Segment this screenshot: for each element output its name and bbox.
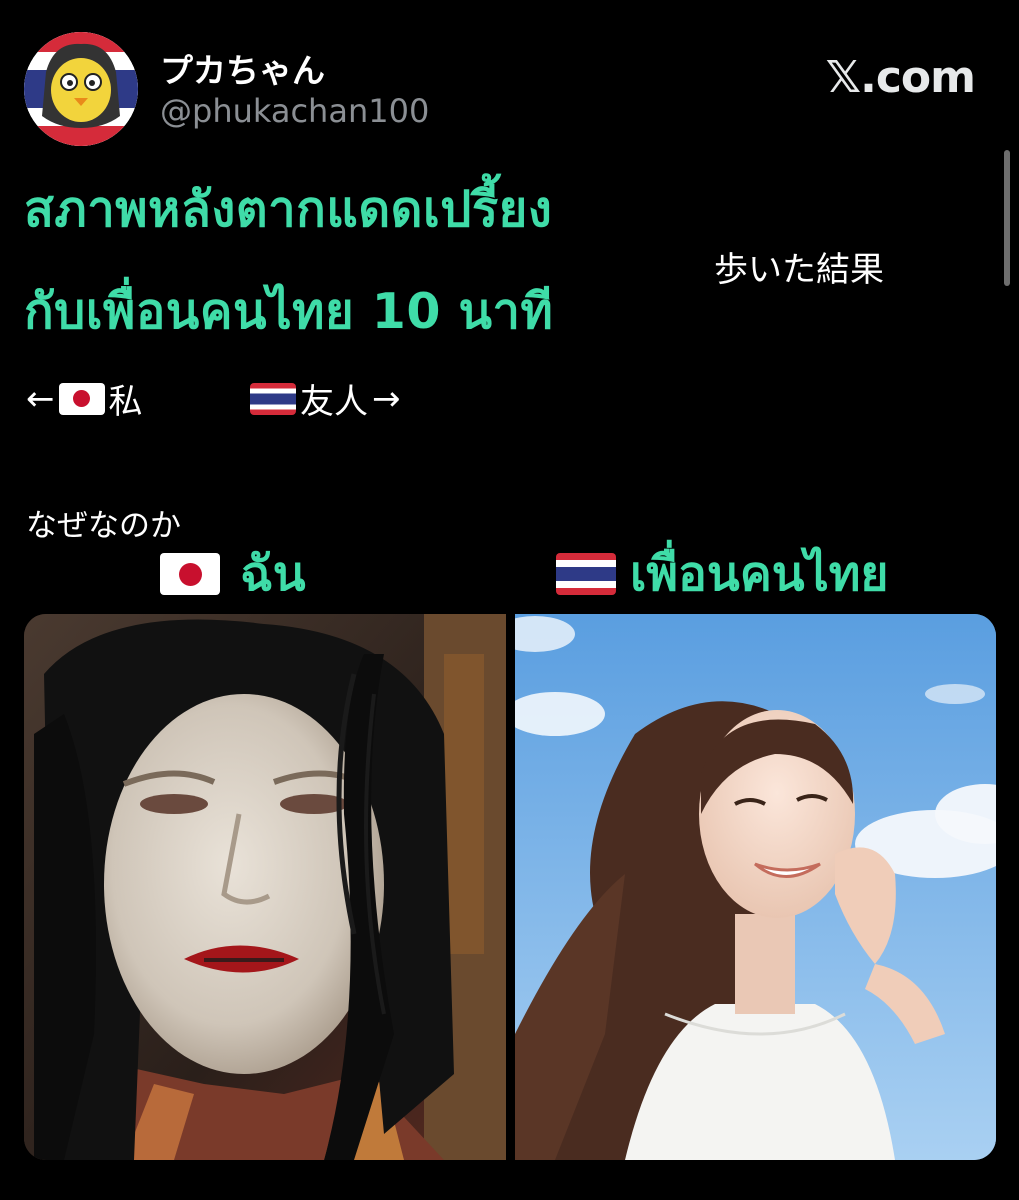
label-friend-text: เพื่อนคนไทย	[630, 546, 889, 602]
right-arrow: →	[372, 378, 401, 419]
tweet-text-walk-result: 歩いた結果	[714, 250, 884, 290]
tweet-text-why: なぜなのか	[26, 508, 181, 544]
tweet-text-me: ← 私	[26, 374, 143, 423]
headline-line-1: สภาพหลังตากแดดเปรี้ยง	[24, 181, 553, 238]
label-me: ฉัน	[160, 536, 306, 612]
scrollbar[interactable]	[1004, 150, 1010, 286]
thailand-flag-icon	[556, 553, 616, 595]
japan-flag-icon	[58, 382, 105, 415]
me-label: 私	[108, 382, 143, 422]
display-name[interactable]: プカちゃん	[160, 44, 325, 92]
photo-me[interactable]	[24, 614, 506, 1160]
photo-friend[interactable]	[515, 614, 996, 1160]
photo-friend-image	[515, 614, 996, 1160]
site-name: 𝕏.com	[825, 52, 976, 103]
left-arrow: ←	[26, 378, 55, 419]
tweet-text-friend: 友人 →	[250, 374, 401, 423]
thailand-flag-icon	[250, 382, 296, 415]
avatar[interactable]	[24, 32, 138, 146]
friend-label: 友人	[300, 382, 368, 422]
user-handle[interactable]: @phukachan100	[160, 92, 429, 130]
label-friend: เพื่อนคนไทย	[556, 536, 889, 612]
label-me-text: ฉัน	[240, 546, 306, 602]
photo-me-image	[24, 614, 506, 1160]
avatar-icon	[24, 32, 138, 146]
japan-flag-icon	[160, 553, 220, 595]
headline-line-2: กับเพื่อนคนไทย 10 นาที	[24, 283, 554, 340]
